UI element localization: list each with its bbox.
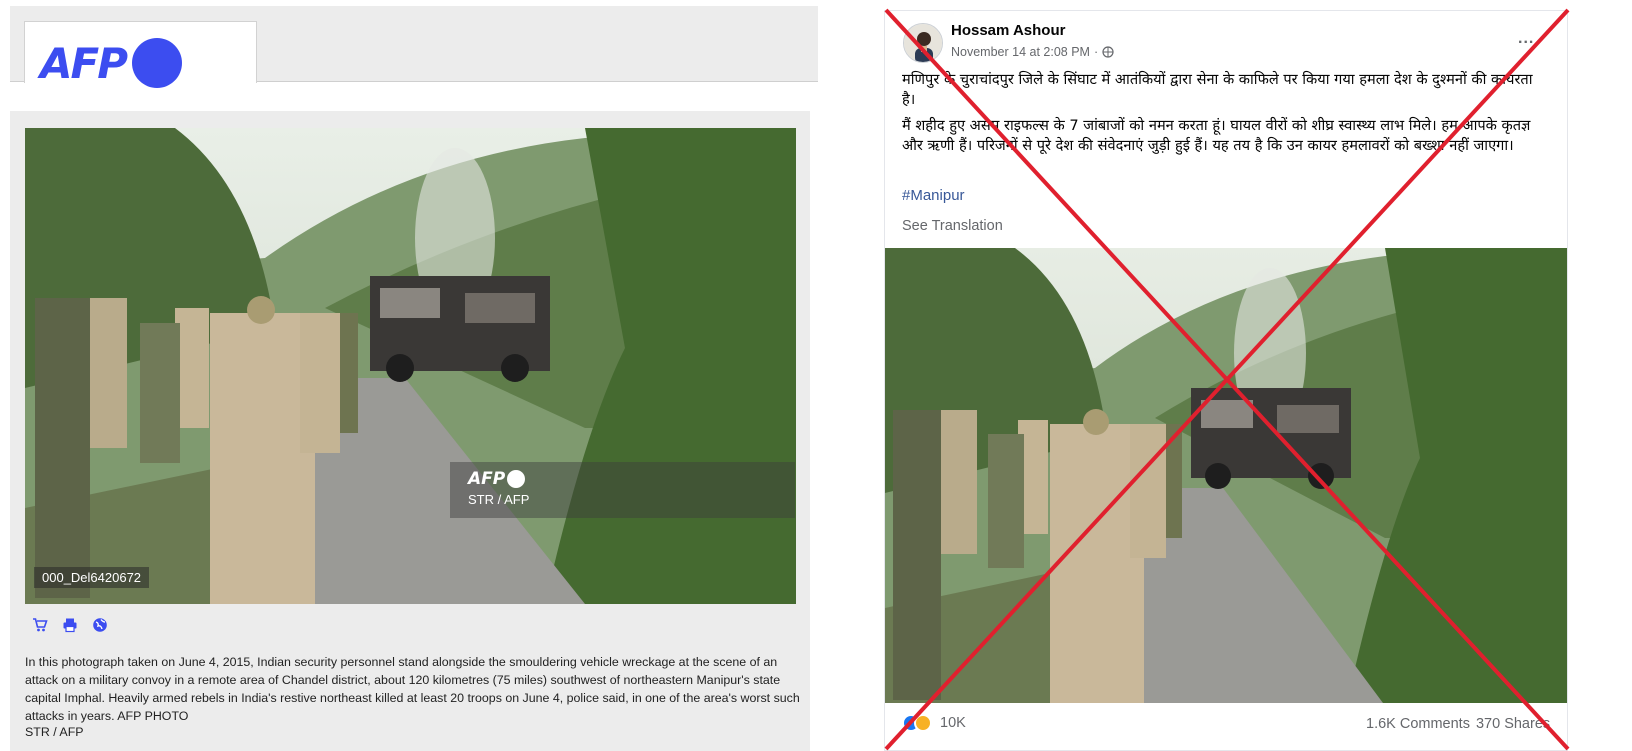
afp-photo-credit: STR / AFP <box>25 725 84 739</box>
afp-photo-actions <box>32 617 108 633</box>
post-timestamp[interactable]: November 14 at 2:08 PM <box>951 45 1090 59</box>
avatar[interactable] <box>903 23 943 63</box>
afp-news-photo[interactable] <box>25 128 796 604</box>
post-paragraph-1: मणिपुर के चुराचांदपुर जिले के सिंघाट में… <box>902 71 1533 108</box>
print-icon[interactable] <box>62 617 78 633</box>
comments-count-link[interactable]: 1.6K Comments <box>1366 716 1470 732</box>
afp-logo[interactable]: AFP <box>40 38 182 88</box>
see-translation-link[interactable]: See Translation <box>902 218 1003 234</box>
post-author[interactable]: Hossam Ashour <box>951 22 1065 39</box>
afp-watermark-credit: STR / AFP <box>468 492 530 507</box>
afp-image-id: 000_Del6420672 <box>34 567 150 588</box>
post-text: मणिपुर के चुराचांदपुर जिले के सिंघाट में… <box>902 70 1542 162</box>
globe-icon <box>1102 46 1114 58</box>
sad-reaction-icon <box>914 714 932 732</box>
afp-watermark-logo: AFP <box>468 469 526 489</box>
shares-count-link[interactable]: 370 Shares <box>1476 716 1550 732</box>
engagement-stats: 1.6K Comments 370 Shares <box>1366 716 1550 732</box>
reaction-count: 10K <box>940 715 966 731</box>
cart-icon[interactable] <box>32 617 48 633</box>
post-options-button[interactable]: ... <box>1518 30 1534 48</box>
afp-logo-text: AFP <box>40 38 128 88</box>
reactions-summary[interactable]: 10K <box>902 714 966 732</box>
post-hashtag-link[interactable]: #Manipur <box>902 187 965 204</box>
watermark-logo-text: AFP <box>468 469 506 489</box>
meta-separator: · <box>1093 45 1099 59</box>
afp-photo-caption: In this photograph taken on June 4, 2015… <box>25 655 800 723</box>
post-photo[interactable] <box>885 248 1567 703</box>
watermark-logo-circle <box>507 470 526 488</box>
post-meta: November 14 at 2:08 PM · <box>951 45 1114 59</box>
post-paragraph-2: मैं शहीद हुए असम राइफल्स के 7 जांबाजों क… <box>902 117 1531 154</box>
globe-icon[interactable] <box>92 617 108 633</box>
afp-logo-circle <box>131 38 182 88</box>
